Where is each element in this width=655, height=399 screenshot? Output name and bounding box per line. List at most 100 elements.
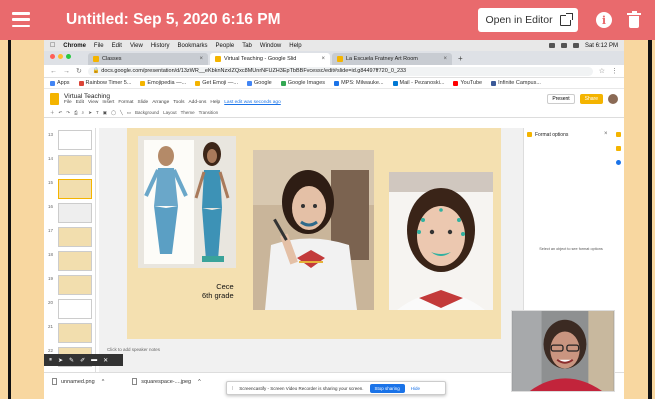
slides-logo-icon[interactable]	[50, 92, 59, 105]
close-icon[interactable]: ✕	[103, 357, 108, 364]
thumb-number: 16	[48, 204, 54, 209]
print-icon[interactable]: ⎙	[74, 110, 78, 115]
slide-thumbnail-selected[interactable]	[58, 179, 92, 199]
menu-icon[interactable]	[12, 12, 30, 27]
redo-icon[interactable]: ↷	[66, 110, 70, 116]
chevron-up-icon[interactable]: ^	[195, 379, 201, 385]
bookmark-google-images[interactable]: Google Images	[280, 80, 325, 86]
minimize-window-icon[interactable]	[58, 54, 63, 59]
close-panel-icon[interactable]: ×	[604, 131, 608, 137]
pointer-icon[interactable]: ➤	[58, 357, 63, 364]
present-button[interactable]: Present	[547, 93, 575, 104]
add-slide-icon[interactable]: ＋	[50, 110, 55, 116]
menu-help[interactable]: Help	[210, 100, 220, 105]
menu-view[interactable]: View	[88, 100, 98, 105]
doll-drawing-photo[interactable]	[138, 136, 236, 268]
trash-icon[interactable]	[627, 11, 641, 28]
slide-thumbnail[interactable]	[58, 323, 92, 343]
menu-addons[interactable]: Add-ons	[188, 100, 206, 105]
star-icon[interactable]: ☆	[599, 67, 605, 75]
girl-face-painting-photo[interactable]	[253, 150, 374, 310]
info-icon[interactable]: i	[596, 12, 612, 28]
menu-format[interactable]: Format	[118, 100, 133, 105]
bookmark-emojipedia[interactable]: Emojipedia —...	[140, 80, 186, 86]
select-icon[interactable]: ➤	[88, 110, 92, 116]
avatar[interactable]	[608, 93, 618, 104]
menu-slide[interactable]: Slide	[138, 100, 149, 105]
url-input[interactable]: 🔒 docs.google.com/presentation/d/13zWR__…	[87, 66, 593, 76]
menu-edit[interactable]: Edit	[76, 100, 84, 105]
menu-tools[interactable]: Tools	[173, 100, 184, 105]
last-edit-link[interactable]: Last edit was seconds ago	[224, 100, 281, 105]
bookmark-apps[interactable]: Apps	[50, 80, 70, 86]
bookmark-mps[interactable]: MPS: Milwauke...	[334, 80, 384, 86]
slide-thumbnail[interactable]	[58, 130, 92, 150]
highlight-icon[interactable]: ✐	[80, 357, 85, 364]
slide-thumbnail[interactable]	[58, 275, 92, 295]
open-in-editor-button[interactable]: Open in Editor	[478, 8, 578, 32]
browser-tab-virtual-teaching[interactable]: Virtual Teaching - Google Slid ×	[210, 53, 330, 65]
keep-icon[interactable]	[616, 132, 621, 137]
hide-button[interactable]: Hide	[411, 386, 420, 391]
bookmark-infinite-campus[interactable]: Infinite Campus...	[491, 80, 541, 86]
toolbar-theme[interactable]: Theme	[181, 110, 195, 115]
line-icon[interactable]: ╲	[120, 110, 123, 116]
chevron-up-icon[interactable]: ^	[99, 379, 105, 385]
toolbar-transition[interactable]: Transition	[199, 110, 219, 115]
current-slide[interactable]: Cece 6th grade	[127, 128, 501, 339]
zoom-icon[interactable]: ⌕	[82, 110, 85, 115]
toolbar-background[interactable]: Background	[135, 110, 159, 115]
camera-icon[interactable]: ▬	[91, 357, 97, 363]
girl-face-paint-closeup-photo[interactable]	[389, 172, 493, 310]
back-icon[interactable]: ←	[50, 68, 57, 75]
bookmark-get-emoji[interactable]: Get Emoji —...	[195, 80, 238, 86]
bookmark-youtube[interactable]: YouTube	[453, 80, 482, 86]
recording-title[interactable]: Untitled: Sep 5, 2020 6:16 PM	[66, 11, 281, 29]
speaker-notes[interactable]: Click to add speaker notes	[107, 347, 160, 352]
forward-icon[interactable]: →	[63, 68, 70, 75]
bookmark-rainbow-timer[interactable]: Rainbow Timer 5...	[78, 80, 131, 86]
bookmark-mail[interactable]: Mail - Pezanoski...	[392, 80, 444, 86]
download-item[interactable]: squarespace-....jpeg ^	[124, 378, 220, 385]
slide-canvas-area[interactable]: Cece 6th grade Click to add speaker note…	[99, 128, 523, 372]
close-tab-icon[interactable]: ×	[443, 56, 447, 62]
slide-thumbnail[interactable]	[58, 155, 92, 175]
slide-thumbnail[interactable]	[58, 227, 92, 247]
document-title[interactable]: Virtual Teaching	[64, 93, 281, 100]
browser-tab-art-room[interactable]: La Escuela Fratney Art Room ×	[332, 53, 452, 65]
menu-insert[interactable]: Insert	[102, 100, 114, 105]
menu-file[interactable]: File	[64, 100, 72, 105]
drag-handle-icon[interactable]: ⁞	[232, 386, 233, 391]
screen-sharing-bar: ⁞ Screencastify - Screen Video Recorder …	[226, 381, 446, 395]
download-item[interactable]: unnamed.png ^	[44, 378, 124, 385]
close-window-icon[interactable]	[50, 54, 55, 59]
slide-thumbnail[interactable]	[58, 251, 92, 271]
toolbar-layout[interactable]: Layout	[163, 110, 177, 115]
webcam-overlay[interactable]	[511, 310, 615, 392]
bookmark-favicon-icon	[491, 80, 497, 86]
slide-thumbnail[interactable]	[58, 203, 92, 223]
close-tab-icon[interactable]: ×	[321, 56, 325, 62]
bookmark-google[interactable]: Google	[247, 80, 272, 86]
reload-icon[interactable]: ↻	[76, 67, 82, 75]
extensions-icon[interactable]: ⋮	[611, 67, 618, 75]
browser-tab-classes[interactable]: Classes ×	[88, 53, 208, 65]
menu-arrange[interactable]: Arrange	[152, 100, 169, 105]
slide-thumbnail[interactable]	[58, 299, 92, 319]
tasks-icon[interactable]	[616, 146, 621, 151]
close-tab-icon[interactable]: ×	[199, 56, 203, 62]
pause-icon[interactable]: ⏸	[49, 357, 52, 364]
calendar-icon[interactable]	[616, 160, 621, 165]
comment-icon[interactable]: ▭	[127, 110, 131, 116]
slide-filmstrip[interactable]: 13 14 15 16 17 18 19 20 21 22	[44, 128, 96, 372]
undo-icon[interactable]: ↶	[59, 110, 63, 116]
new-tab-button[interactable]: +	[454, 54, 467, 63]
stop-sharing-button[interactable]: Stop sharing	[369, 383, 405, 393]
shape-icon[interactable]: ◯	[111, 110, 116, 116]
textbox-icon[interactable]: T	[96, 110, 99, 115]
share-button[interactable]: Share	[579, 93, 603, 104]
image-icon[interactable]: ▣	[103, 110, 107, 116]
pen-icon[interactable]: ✎	[69, 357, 74, 364]
zoom-window-icon[interactable]	[66, 54, 71, 59]
tab-label: Classes	[102, 56, 122, 62]
